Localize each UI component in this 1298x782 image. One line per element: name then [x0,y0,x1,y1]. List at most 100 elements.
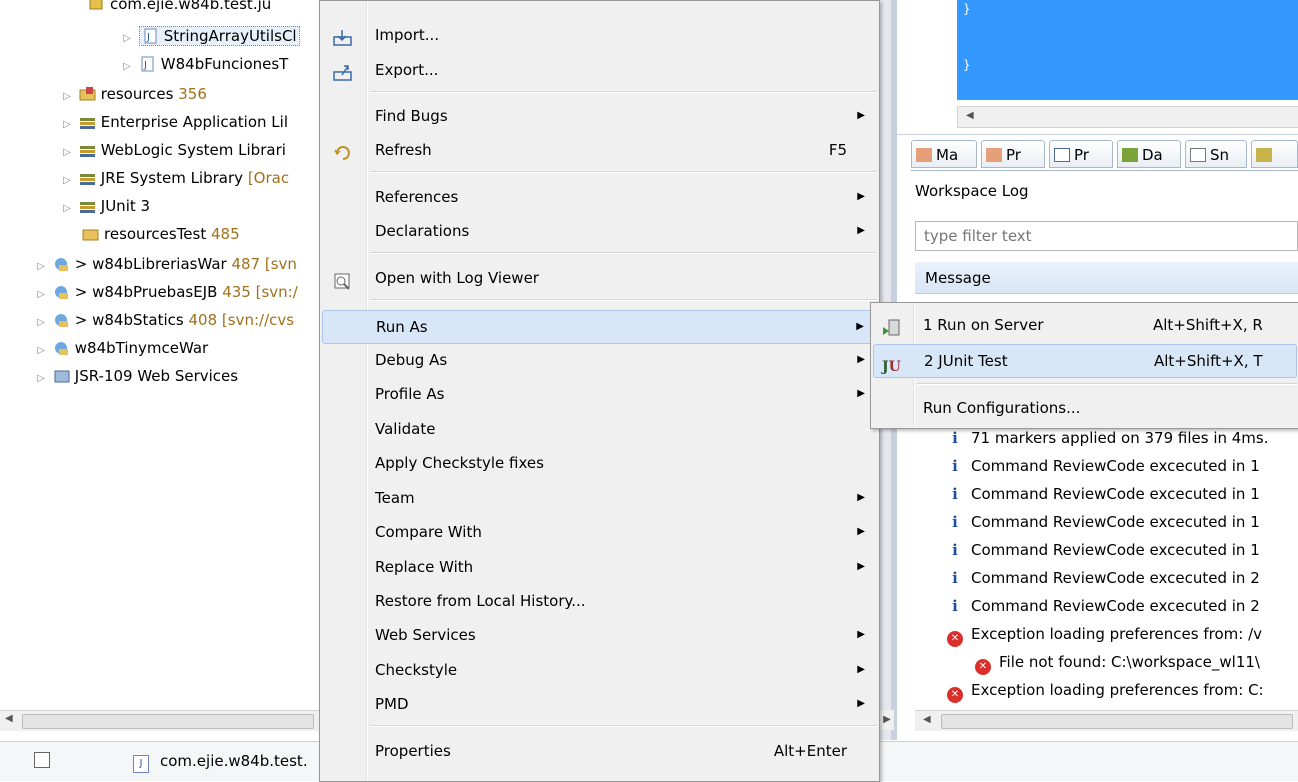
menu-accelerator: F5 [828,141,847,159]
tree-item-w84blibreriaswar[interactable]: ▷ > w84bLibreriasWar 487 [svn [34,252,297,276]
tab-label: Pr [1006,146,1021,164]
tab-properties[interactable]: Pr [1049,140,1113,168]
message-column-header[interactable]: Message [915,262,1298,294]
web-project-icon [53,255,71,271]
scroll-left-icon[interactable]: ◀ [966,110,974,121]
log-row[interactable]: ✕ File not found: C:\workspace_wl11\ [975,648,1260,676]
log-row[interactable]: i Command ReviewCode excecuted in 1 [947,480,1260,508]
library-icon [79,141,97,157]
tree-item-w84bpruebasejb[interactable]: ▷ > w84bPruebasEJB 435 [svn:/ [34,280,298,304]
svg-text:J: J [146,32,150,43]
expand-arrow-icon[interactable]: ▷ [60,197,74,221]
scroll-left-icon[interactable]: ◀ [5,713,13,724]
tree-item-w84bstatics[interactable]: ▷ > w84bStatics 408 [svn://cvs [34,308,294,332]
tree-item-package[interactable]: com.ejie.w84b.test.ju [88,0,271,16]
expand-arrow-icon[interactable]: ▷ [34,367,48,391]
expand-arrow-icon[interactable]: ▷ [60,113,74,137]
tree-item-enterprise-lib[interactable]: ▷ Enterprise Application Lil [60,110,288,134]
menu-item-open-log-viewer[interactable]: Open with Log Viewer [322,262,877,294]
expand-arrow-icon[interactable]: ▷ [60,169,74,193]
menu-label: References [375,188,459,206]
menu-item-run-configurations[interactable]: Run Configurations... [873,392,1297,424]
column-header-label: Message [925,269,991,287]
menu-item-team[interactable]: Team ▶ [322,482,877,514]
fast-view-icon[interactable] [34,752,50,768]
menu-label: Restore from Local History... [375,592,586,610]
submenu-arrow-icon: ▶ [857,492,865,503]
expand-arrow-icon[interactable]: ▷ [120,55,134,79]
menu-item-import[interactable]: Import... [322,19,877,51]
expand-arrow-icon[interactable]: ▷ [34,255,48,279]
tab-snippets[interactable]: Sn [1185,140,1247,168]
log-row[interactable]: i Command ReviewCode excecuted in 1 [947,452,1260,480]
menu-item-profile-as[interactable]: Profile As ▶ [322,378,877,410]
menu-item-find-bugs[interactable]: Find Bugs ▶ [322,100,877,132]
log-row[interactable]: i Command ReviewCode excecuted in 2 [947,592,1260,620]
menu-item-apply-checkstyle[interactable]: Apply Checkstyle fixes [322,447,877,479]
expand-arrow-icon[interactable]: ▷ [34,283,48,307]
menu-item-checkstyle[interactable]: Checkstyle ▶ [322,654,877,686]
scroll-thumb[interactable] [941,714,1293,729]
expand-arrow-icon[interactable]: ▷ [34,311,48,335]
menu-item-properties[interactable]: Properties Alt+Enter [322,735,877,767]
menu-label: Declarations [375,222,470,240]
info-icon: i [952,541,958,559]
expand-arrow-icon[interactable]: ▷ [60,85,74,109]
log-horizontal-scrollbar[interactable]: ◀ [915,710,1298,731]
tree-item-jre-lib[interactable]: ▷ JRE System Library [Orac [60,166,289,190]
scroll-thumb[interactable] [22,714,314,729]
expand-arrow-icon[interactable]: ▷ [34,339,48,363]
tab-label: Pr [1074,146,1089,164]
menu-item-web-services[interactable]: Web Services ▶ [322,619,877,651]
menu-label: Run Configurations... [923,399,1081,417]
menu-item-replace-with[interactable]: Replace With ▶ [322,551,877,583]
menu-item-declarations[interactable]: Declarations ▶ [322,215,877,247]
scroll-left-icon[interactable]: ◀ [923,714,931,725]
log-message: 71 markers applied on 379 files in 4ms. [971,429,1269,447]
tree-item-weblogic-lib[interactable]: ▷ WebLogic System Librari [60,138,286,162]
tree-item-junit3[interactable]: ▷ JUnit 3 [60,194,150,218]
menu-item-run-as[interactable]: Run As ▶ [322,310,877,344]
menu-item-validate[interactable]: Validate [322,413,877,445]
properties-icon [1054,148,1070,162]
library-icon [79,113,97,129]
expand-arrow-icon[interactable]: ▷ [120,27,134,51]
menu-item-pmd[interactable]: PMD ▶ [322,688,877,720]
tab-more[interactable] [1251,140,1298,168]
source-folder-icon [79,85,97,101]
menu-label: Checkstyle [375,661,458,679]
submenu-arrow-icon: ▶ [857,664,865,675]
menu-item-debug-as[interactable]: Debug As ▶ [322,344,877,376]
tab-markers[interactable]: Ma [911,140,977,168]
log-row[interactable]: ✕ Exception loading preferences from: C: [947,676,1264,704]
tree-item-stringarrayutils[interactable]: ▷ J StringArrayUtilsCl [120,24,300,48]
log-message: Command ReviewCode excecuted in 2 [971,597,1260,615]
menu-label: Export... [375,61,439,79]
log-row[interactable]: ✕ Exception loading preferences from: /v [947,620,1262,648]
menu-item-export[interactable]: Export... [322,54,877,86]
log-row[interactable]: i Command ReviewCode excecuted in 1 [947,536,1260,564]
tab-problems[interactable]: Pr [981,140,1045,168]
menu-label: 2 JUnit Test [924,352,1008,370]
log-row[interactable]: i Command ReviewCode excecuted in 2 [947,564,1260,592]
menu-item-references[interactable]: References ▶ [322,181,877,213]
expand-arrow-icon[interactable]: ▷ [60,141,74,165]
scroll-right-icon[interactable]: ▶ [880,710,894,730]
tree-item-w84btinymcewar[interactable]: ▷ w84bTinymceWar [34,336,208,360]
tree-horizontal-scrollbar[interactable]: ◀ [0,710,320,731]
submenu-arrow-icon: ▶ [857,225,865,236]
tab-data[interactable]: Da [1117,140,1181,168]
tree-item-resourcestest[interactable]: resourcesTest 485 [82,222,240,246]
log-row[interactable]: i Command ReviewCode excecuted in 1 [947,508,1260,536]
menu-item-junit-test[interactable]: JU 2 JUnit Test Alt+Shift+X, T [873,344,1297,378]
menu-item-refresh[interactable]: Refresh F5 [322,134,877,166]
menu-item-compare-with[interactable]: Compare With ▶ [322,516,877,548]
tab-label: Sn [1210,146,1230,164]
filter-input[interactable] [915,221,1298,251]
tree-item-w84bfunciones[interactable]: ▷ J W84bFuncionesT [120,52,288,76]
editor-horizontal-scrollbar[interactable]: ◀ [957,106,1298,128]
tree-item-jsr109[interactable]: ▷ JSR-109 Web Services [34,364,238,388]
menu-item-restore-history[interactable]: Restore from Local History... [322,585,877,617]
menu-item-run-on-server[interactable]: 1 Run on Server Alt+Shift+X, R [873,309,1297,341]
tree-item-resources[interactable]: ▷ resources 356 [60,82,207,106]
